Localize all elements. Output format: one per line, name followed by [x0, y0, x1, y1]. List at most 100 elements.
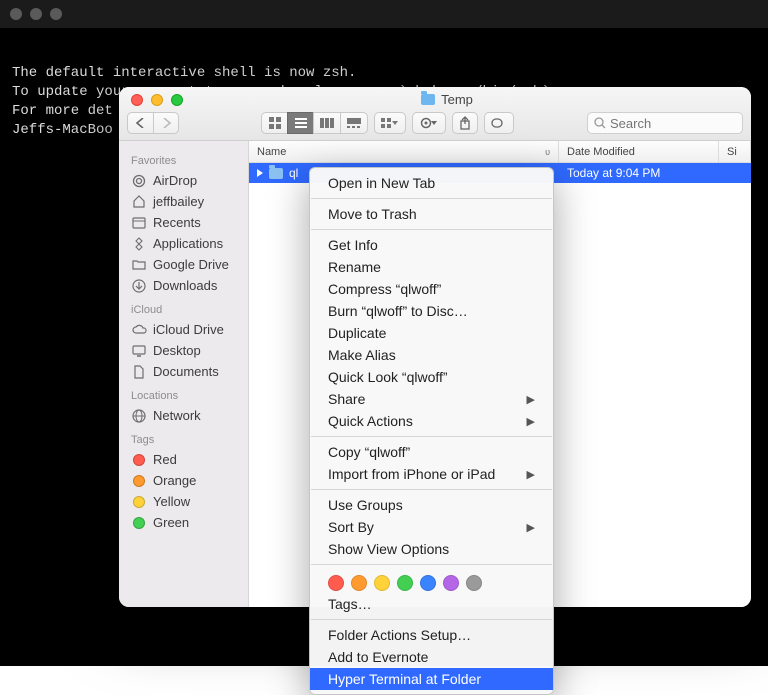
apps-icon [131, 237, 147, 251]
menu-item-move-to-trash[interactable]: Move to Trash [310, 203, 553, 225]
disclosure-icon[interactable] [257, 169, 263, 177]
menu-separator [311, 229, 552, 230]
tag-color-dot[interactable] [443, 575, 459, 591]
menu-item-get-info[interactable]: Get Info [310, 234, 553, 256]
group-button[interactable] [374, 112, 406, 134]
view-list-button[interactable] [287, 112, 313, 134]
menu-item-duplicate[interactable]: Duplicate [310, 322, 553, 344]
sidebar-item-yellow[interactable]: Yellow [119, 491, 248, 512]
menu-item-compress-qlwoff[interactable]: Compress “qlwoff” [310, 278, 553, 300]
menu-item-tags[interactable]: Tags… [310, 593, 553, 615]
sidebar-header: Locations [119, 382, 248, 405]
sidebar-item-label: Documents [153, 364, 219, 379]
sidebar-item-google-drive[interactable]: Google Drive [119, 254, 248, 275]
menu-item-use-groups[interactable]: Use Groups [310, 494, 553, 516]
nav-buttons [127, 112, 179, 134]
sidebar-item-applications[interactable]: Applications [119, 233, 248, 254]
search-input[interactable] [610, 116, 751, 131]
menu-item-sort-by[interactable]: Sort By▶ [310, 516, 553, 538]
tag-color-dot[interactable] [351, 575, 367, 591]
view-gallery-button[interactable] [340, 112, 368, 134]
menu-item-label: Add to Evernote [328, 649, 428, 665]
menu-item-share[interactable]: Share▶ [310, 388, 553, 410]
sidebar-item-red[interactable]: Red [119, 449, 248, 470]
terminal-close-icon[interactable] [10, 8, 22, 20]
tags-button[interactable] [484, 112, 514, 134]
forward-button[interactable] [153, 112, 179, 134]
menu-item-add-to-evernote[interactable]: Add to Evernote [310, 646, 553, 668]
sidebar-item-orange[interactable]: Orange [119, 470, 248, 491]
file-date: Today at 9:04 PM [559, 166, 719, 180]
menu-item-copy-qlwoff[interactable]: Copy “qlwoff” [310, 441, 553, 463]
finder-maximize-icon[interactable] [171, 94, 183, 106]
sidebar-item-documents[interactable]: Documents [119, 361, 248, 382]
menu-separator [311, 619, 552, 620]
sidebar-item-label: AirDrop [153, 173, 197, 188]
terminal-maximize-icon[interactable] [50, 8, 62, 20]
menu-item-label: Make Alias [328, 347, 396, 363]
menu-item-rename[interactable]: Rename [310, 256, 553, 278]
tag-color-dot[interactable] [420, 575, 436, 591]
menu-item-import-from-iphone-or-ipad[interactable]: Import from iPhone or iPad▶ [310, 463, 553, 485]
back-button[interactable] [127, 112, 153, 134]
menu-item-label: Compress “qlwoff” [328, 281, 441, 297]
column-date[interactable]: Date Modified [559, 141, 719, 162]
desktop-icon [131, 344, 147, 358]
view-buttons [261, 112, 368, 134]
recents-icon [131, 216, 147, 230]
menu-item-label: Burn “qlwoff” to Disc… [328, 303, 468, 319]
menu-item-quick-actions[interactable]: Quick Actions▶ [310, 410, 553, 432]
column-headers[interactable]: Nameυ Date Modified Si [249, 141, 751, 163]
sidebar-item-recents[interactable]: Recents [119, 212, 248, 233]
menu-item-burn-qlwoff-to-disc[interactable]: Burn “qlwoff” to Disc… [310, 300, 553, 322]
sidebar-item-label: Yellow [153, 494, 190, 509]
finder-close-icon[interactable] [131, 94, 143, 106]
tag-icon [131, 516, 147, 530]
menu-item-folder-actions-setup[interactable]: Folder Actions Setup… [310, 624, 553, 646]
chevron-right-icon: ▶ [527, 415, 535, 428]
downloads-icon [131, 279, 147, 293]
sidebar-item-jeffbailey[interactable]: jeffbailey [119, 191, 248, 212]
sidebar-item-airdrop[interactable]: AirDrop [119, 170, 248, 191]
tag-color-dot[interactable] [397, 575, 413, 591]
sidebar-item-label: Orange [153, 473, 196, 488]
tag-color-dot[interactable] [466, 575, 482, 591]
menu-item-show-view-options[interactable]: Show View Options [310, 538, 553, 560]
window-title: Temp [183, 92, 711, 107]
sidebar-item-desktop[interactable]: Desktop [119, 340, 248, 361]
share-button[interactable] [452, 112, 478, 134]
menu-item-make-alias[interactable]: Make Alias [310, 344, 553, 366]
menu-item-label: Quick Look “qlwoff” [328, 369, 448, 385]
sidebar-item-label: Green [153, 515, 189, 530]
menu-item-label: Duplicate [328, 325, 386, 341]
menu-item-open-in-new-tab[interactable]: Open in New Tab [310, 172, 553, 194]
view-columns-button[interactable] [313, 112, 340, 134]
tag-color-dot[interactable] [374, 575, 390, 591]
folder-icon [421, 94, 435, 105]
sidebar-item-icloud-drive[interactable]: iCloud Drive [119, 319, 248, 340]
network-icon [131, 409, 147, 423]
view-icons-button[interactable] [261, 112, 287, 134]
sidebar-item-network[interactable]: Network [119, 405, 248, 426]
sidebar-item-label: jeffbailey [153, 194, 204, 209]
sidebar-item-green[interactable]: Green [119, 512, 248, 533]
sidebar-item-label: Downloads [153, 278, 217, 293]
home-icon [131, 195, 147, 209]
menu-item-quick-look-qlwoff[interactable]: Quick Look “qlwoff” [310, 366, 553, 388]
menu-item-hyper-terminal-at-folder[interactable]: Hyper Terminal at Folder [310, 668, 553, 690]
terminal-traffic-lights[interactable] [10, 8, 62, 20]
tag-icon [131, 495, 147, 509]
folder-icon [131, 258, 147, 272]
finder-minimize-icon[interactable] [151, 94, 163, 106]
sidebar-item-downloads[interactable]: Downloads [119, 275, 248, 296]
finder-traffic-lights[interactable] [131, 94, 183, 106]
action-button[interactable] [412, 112, 446, 134]
column-size[interactable]: Si [719, 141, 751, 162]
tag-color-dot[interactable] [328, 575, 344, 591]
menu-item-label: Import from iPhone or iPad [328, 466, 495, 482]
column-name[interactable]: Nameυ [249, 141, 559, 162]
search-field[interactable] [587, 112, 743, 134]
menu-item-label: Folder Actions Setup… [328, 627, 471, 643]
chevron-right-icon: ▶ [527, 521, 535, 534]
terminal-minimize-icon[interactable] [30, 8, 42, 20]
